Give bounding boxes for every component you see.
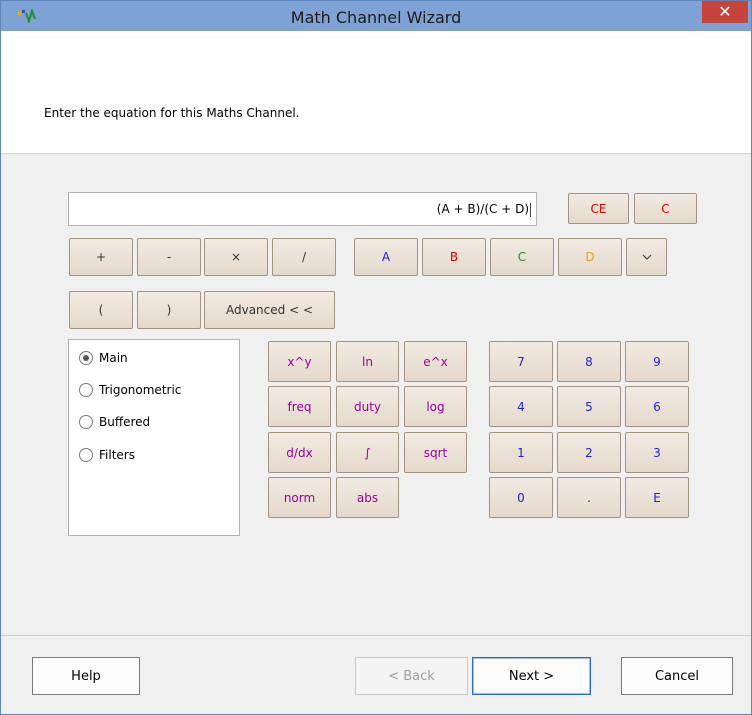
help-button[interactable]: Help <box>32 657 140 695</box>
category-label: Filters <box>99 448 135 462</box>
header-panel: Enter the equation for this Maths Channe… <box>1 31 751 154</box>
equation-value: (A + B)/(C + D) <box>436 202 529 216</box>
clear-entry-button[interactable]: CE <box>568 193 629 224</box>
exp-function-button[interactable]: e^x <box>404 341 467 382</box>
channel-a-button[interactable]: A <box>354 238 418 276</box>
window-title: Math Channel Wizard <box>290 8 462 27</box>
keypad-8[interactable]: 8 <box>557 341 621 382</box>
category-trigonometric[interactable]: Trigonometric <box>79 380 181 400</box>
cancel-button[interactable]: Cancel <box>621 657 733 695</box>
category-label: Trigonometric <box>99 383 182 397</box>
next-button[interactable]: Next > <box>472 657 591 695</box>
keypad-exponent[interactable]: E <box>625 477 689 518</box>
channel-b-button[interactable]: B <box>422 238 486 276</box>
radio-buffered[interactable] <box>79 415 93 429</box>
text-caret <box>530 202 531 217</box>
keypad-5[interactable]: 5 <box>557 386 621 427</box>
keypad-3[interactable]: 3 <box>625 432 689 473</box>
divide-button[interactable]: / <box>272 238 336 276</box>
function-category-list: Main Trigonometric Buffered Filters <box>68 339 240 536</box>
keypad-0[interactable]: 0 <box>489 477 553 518</box>
chevron-down-icon <box>642 254 651 260</box>
category-filters[interactable]: Filters <box>79 445 135 465</box>
power-function-button[interactable]: x^y <box>268 341 331 382</box>
back-button[interactable]: < Back <box>355 657 468 695</box>
keypad-1[interactable]: 1 <box>489 432 553 473</box>
keypad-4[interactable]: 4 <box>489 386 553 427</box>
channel-d-button[interactable]: D <box>558 238 622 276</box>
minus-button[interactable]: - <box>137 238 201 276</box>
radio-filters[interactable] <box>79 448 93 462</box>
clear-button[interactable]: C <box>634 193 697 224</box>
multiply-button[interactable]: × <box>204 238 268 276</box>
integral-function-button[interactable]: ∫ <box>336 432 399 473</box>
radio-main[interactable] <box>79 351 93 365</box>
category-label: Buffered <box>99 415 151 429</box>
keypad-7[interactable]: 7 <box>489 341 553 382</box>
log-function-button[interactable]: log <box>404 386 467 427</box>
abs-function-button[interactable]: abs <box>336 477 399 518</box>
equation-input[interactable]: (A + B)/(C + D) <box>68 192 537 226</box>
radio-trigonometric[interactable] <box>79 383 93 397</box>
more-channels-button[interactable] <box>626 238 667 276</box>
norm-function-button[interactable]: norm <box>268 477 331 518</box>
keypad-6[interactable]: 6 <box>625 386 689 427</box>
close-button[interactable]: ✕ <box>702 1 748 23</box>
keypad-2[interactable]: 2 <box>557 432 621 473</box>
advanced-toggle-button[interactable]: Advanced < < <box>204 291 335 329</box>
keypad-9[interactable]: 9 <box>625 341 689 382</box>
keypad-decimal[interactable]: . <box>557 477 621 518</box>
sqrt-function-button[interactable]: sqrt <box>404 432 467 473</box>
plus-button[interactable]: + <box>69 238 133 276</box>
close-paren-button[interactable]: ) <box>137 291 201 329</box>
category-buffered[interactable]: Buffered <box>79 412 150 432</box>
channel-c-button[interactable]: C <box>490 238 554 276</box>
instruction-text: Enter the equation for this Maths Channe… <box>44 106 300 120</box>
title-bar[interactable]: Math Channel Wizard ✕ <box>1 1 751 31</box>
freq-function-button[interactable]: freq <box>268 386 331 427</box>
open-paren-button[interactable]: ( <box>69 291 133 329</box>
duty-function-button[interactable]: duty <box>336 386 399 427</box>
category-label: Main <box>99 351 128 365</box>
ln-function-button[interactable]: ln <box>336 341 399 382</box>
derivative-function-button[interactable]: d/dx <box>268 432 331 473</box>
wizard-window: Math Channel Wizard ✕ Enter the equation… <box>0 0 752 715</box>
category-main[interactable]: Main <box>79 348 128 368</box>
footer-separator <box>1 635 751 636</box>
